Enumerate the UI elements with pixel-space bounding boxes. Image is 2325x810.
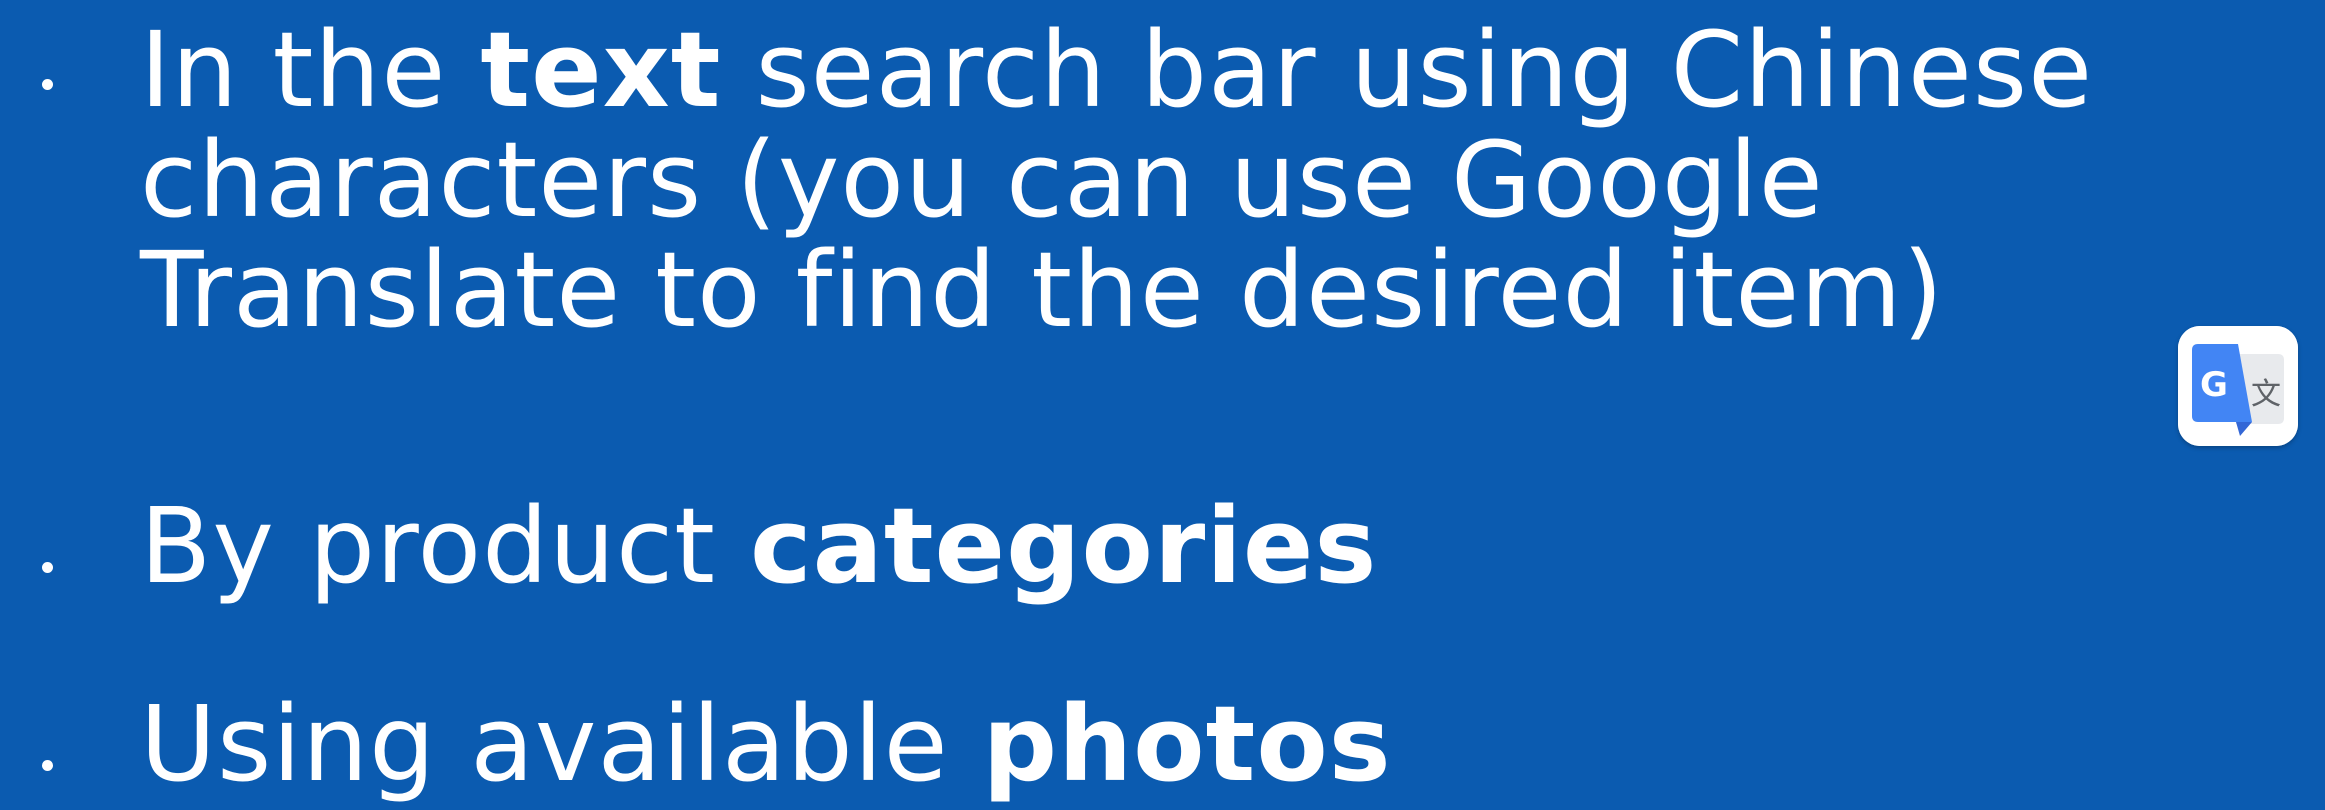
bullet-dot: [42, 760, 53, 771]
bullet-dot: [42, 562, 53, 573]
bullet-line-part-emphasis: text: [480, 9, 722, 131]
bullet-list: In the text search bar using Chinese cha…: [0, 0, 2325, 810]
bullet-line-part: characters (you can use Google: [140, 119, 1824, 241]
icon-glyph-right: 文: [2251, 377, 2281, 412]
bullet-line: In the text search bar using Chinese: [140, 18, 2093, 128]
bullet-line: Using available photos: [140, 692, 1392, 802]
bullet-line-part: Using available: [140, 683, 983, 805]
bullet-line-part-emphasis: categories: [750, 485, 1378, 607]
bullet-line-part: Translate to find the desired item): [140, 229, 1945, 351]
bullet-dot: [42, 79, 53, 90]
bullet-line-part-emphasis: photos: [982, 683, 1392, 805]
google-translate-icon: G 文: [2178, 326, 2298, 446]
bullet-text: In the text search bar using Chinese cha…: [140, 18, 2093, 348]
bullet-line: characters (you can use Google: [140, 128, 2093, 238]
bullet-line-part: By product: [140, 485, 751, 607]
bullet-line-part: search bar using Chinese: [721, 9, 2094, 131]
bullet-text: Using available photos: [140, 692, 1392, 802]
bullet-line: By product categories: [140, 494, 1377, 604]
google-translate-icon-graphic: G 文: [2178, 326, 2298, 446]
bullet-line: Translate to find the desired item): [140, 238, 2093, 348]
bullet-text: By product categories: [140, 494, 1377, 604]
icon-glyph-left: G: [2200, 365, 2228, 405]
bullet-line-part: In the: [140, 9, 481, 131]
